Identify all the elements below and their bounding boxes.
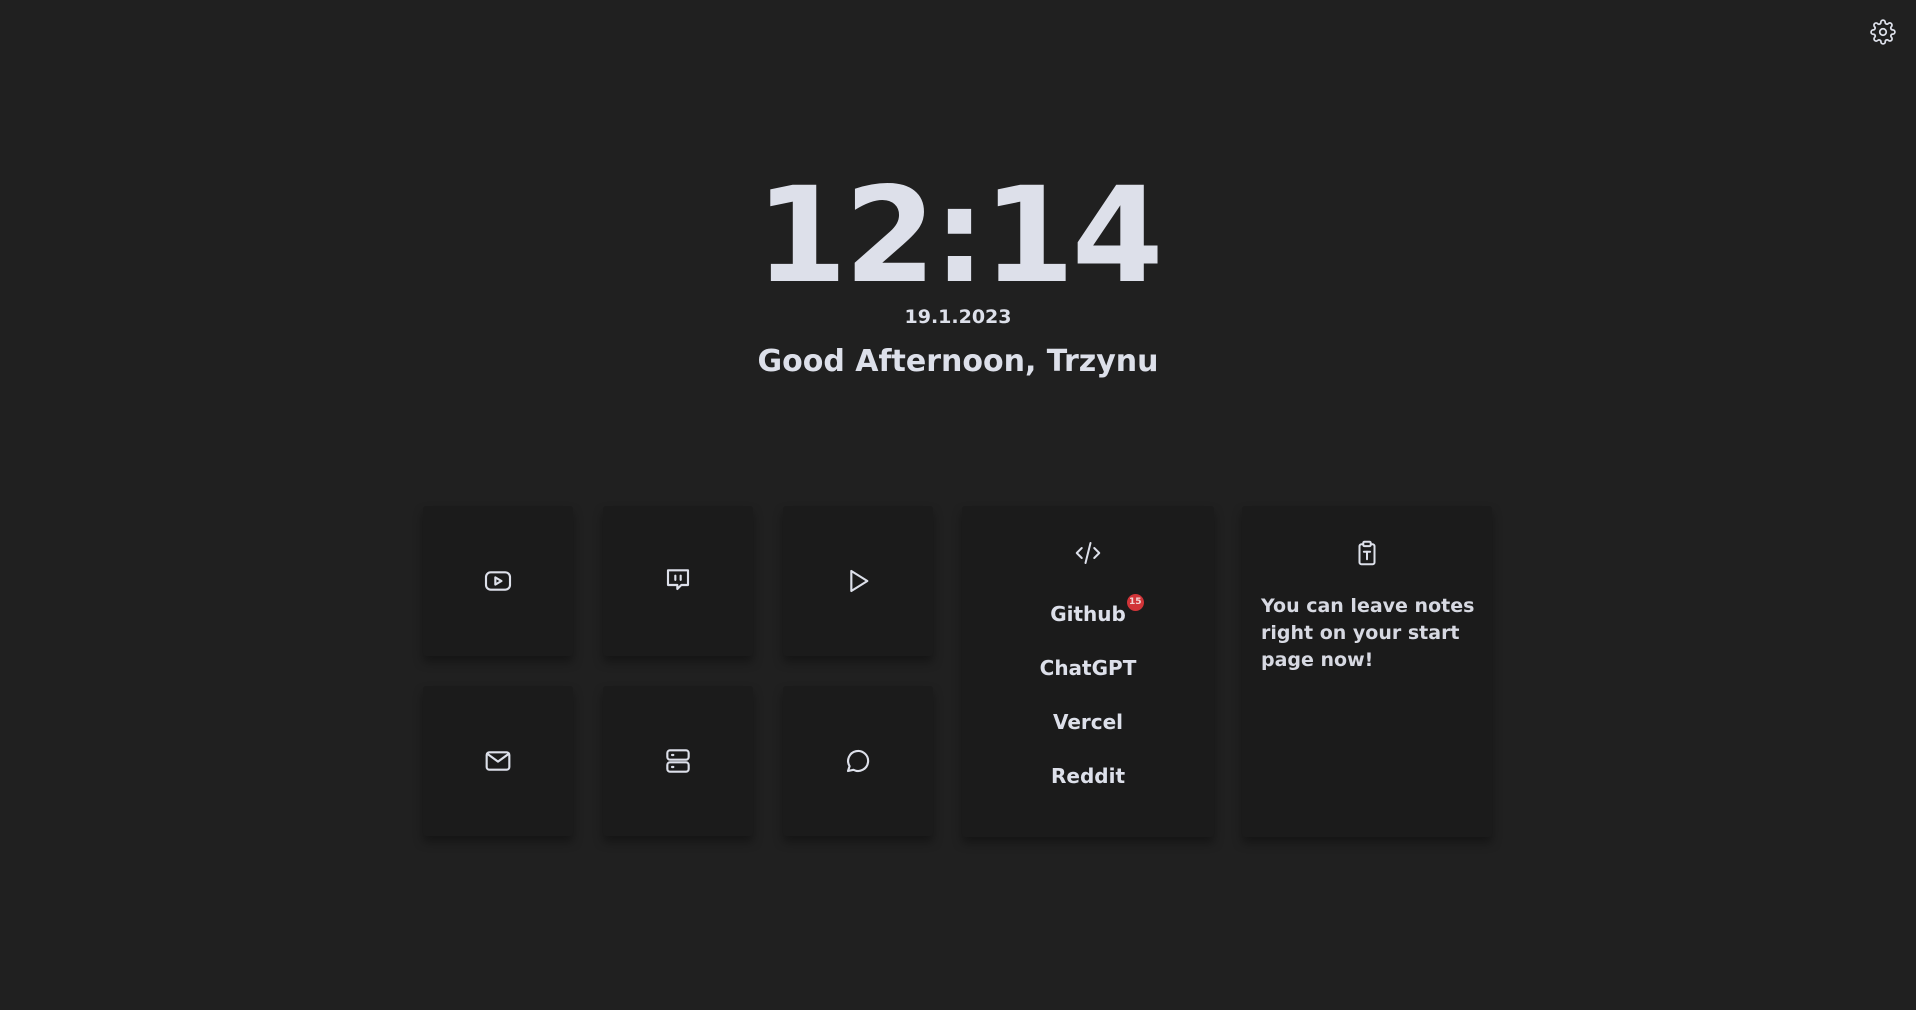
links-card: Github 15 ChatGPT Vercel Reddit <box>962 506 1214 837</box>
play-tile[interactable] <box>783 506 933 656</box>
notes-text[interactable]: You can leave notes right on your start … <box>1261 593 1481 674</box>
link-github[interactable]: Github 15 <box>962 594 1214 628</box>
clock-date: 19.1.2023 <box>904 306 1012 328</box>
link-vercel[interactable]: Vercel <box>962 708 1214 736</box>
youtube-icon <box>484 571 512 591</box>
chat-tile[interactable] <box>783 686 933 836</box>
clipboard-text-icon <box>1358 540 1376 566</box>
gear-icon <box>1870 19 1896 45</box>
link-chatgpt[interactable]: ChatGPT <box>962 654 1214 682</box>
settings-button[interactable] <box>1870 19 1896 45</box>
link-reddit[interactable]: Reddit <box>962 762 1214 790</box>
youtube-tile[interactable] <box>423 506 573 656</box>
twitch-tile[interactable] <box>603 506 753 656</box>
clock-time: 12:14 <box>755 159 1163 313</box>
server-tile[interactable] <box>603 686 753 836</box>
link-label: Github <box>1050 602 1126 626</box>
notes-card[interactable]: You can leave notes right on your start … <box>1242 506 1492 837</box>
server-icon <box>666 749 690 773</box>
play-icon <box>850 569 869 593</box>
mail-tile[interactable] <box>423 686 573 836</box>
notification-badge: 15 <box>1126 594 1144 611</box>
code-icon <box>1075 542 1101 564</box>
greeting: Good Afternoon, Trzynu <box>757 344 1159 379</box>
chat-bubble-icon <box>846 749 870 773</box>
twitch-icon <box>666 569 690 591</box>
mail-icon <box>485 751 511 771</box>
